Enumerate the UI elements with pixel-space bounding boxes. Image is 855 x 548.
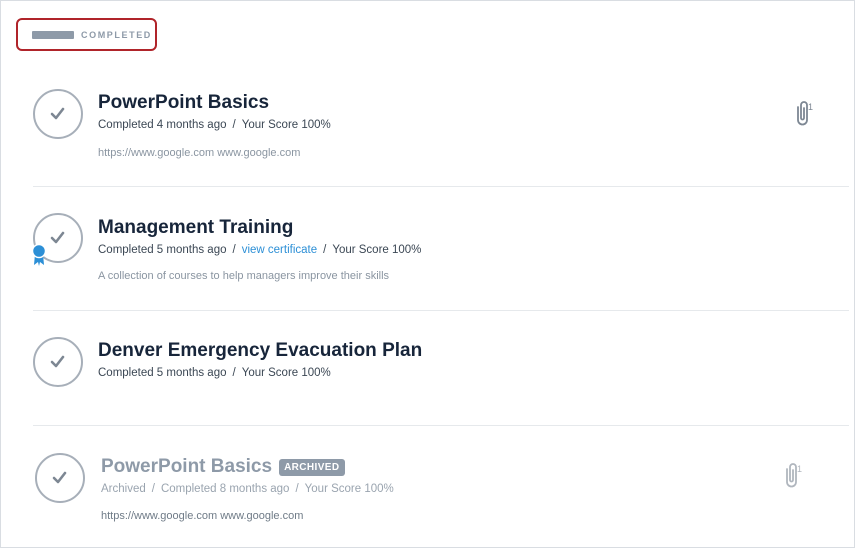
meta-separator: / (232, 119, 236, 131)
attachment-paperclip-icon[interactable]: 1 (781, 461, 803, 494)
completed-check-icon (33, 337, 83, 387)
completed-date: Completed 5 months ago (98, 244, 227, 256)
attachment-count: 1 (797, 464, 802, 474)
attachment-count: 1 (808, 102, 813, 112)
certificate-ribbon-icon (31, 243, 47, 272)
score-text: Your Score 100% (304, 483, 394, 495)
meta-separator: / (151, 483, 155, 495)
meta-separator: / (232, 244, 236, 256)
section-header-completed: COMPLETED (16, 18, 157, 51)
attachment-paperclip-icon[interactable]: 1 (792, 99, 814, 132)
item-title[interactable]: Management Training (98, 217, 293, 239)
item-meta: Completed 5 months ago / view certificate /… (98, 244, 421, 256)
meta-separator: / (232, 367, 236, 379)
item-description: https://www.google.com www.google.com (101, 510, 304, 522)
archived-label: Archived (101, 483, 146, 495)
item-meta: Completed 5 months ago / Your Score 100% (98, 367, 331, 379)
item-description: https://www.google.com www.google.com (98, 147, 301, 159)
view-certificate-link[interactable]: view certificate (242, 244, 317, 256)
item-description: A collection of courses to help managers… (98, 270, 390, 282)
archived-badge: ARCHIVED (279, 458, 345, 476)
score-text: Your Score 100% (241, 119, 331, 131)
item-title[interactable]: PowerPoint Basics (101, 456, 272, 478)
item-title[interactable]: Denver Emergency Evacuation Plan (98, 340, 422, 362)
completed-date: Completed 5 months ago (98, 367, 227, 379)
completed-check-icon (35, 453, 85, 503)
score-text: Your Score 100% (241, 367, 331, 379)
item-meta: Completed 4 months ago / Your Score 100% (98, 119, 331, 131)
item-title[interactable]: PowerPoint Basics (98, 92, 269, 114)
divider (33, 186, 849, 187)
divider (33, 310, 849, 311)
item-meta: Archived / Completed 8 months ago / Your Sco… (101, 483, 394, 495)
section-label: COMPLETED (81, 29, 152, 40)
completed-date: Completed 8 months ago (160, 483, 290, 495)
divider (33, 425, 849, 426)
completed-date: Completed 4 months ago (98, 119, 227, 131)
meta-separator: / (323, 244, 327, 256)
completed-list-panel: COMPLETED PowerPoint Basics Completed 4 … (0, 0, 855, 548)
section-bar (32, 30, 74, 39)
completed-check-icon (33, 89, 83, 139)
score-text: Your Score 100% (332, 244, 422, 256)
meta-separator: / (295, 483, 299, 495)
